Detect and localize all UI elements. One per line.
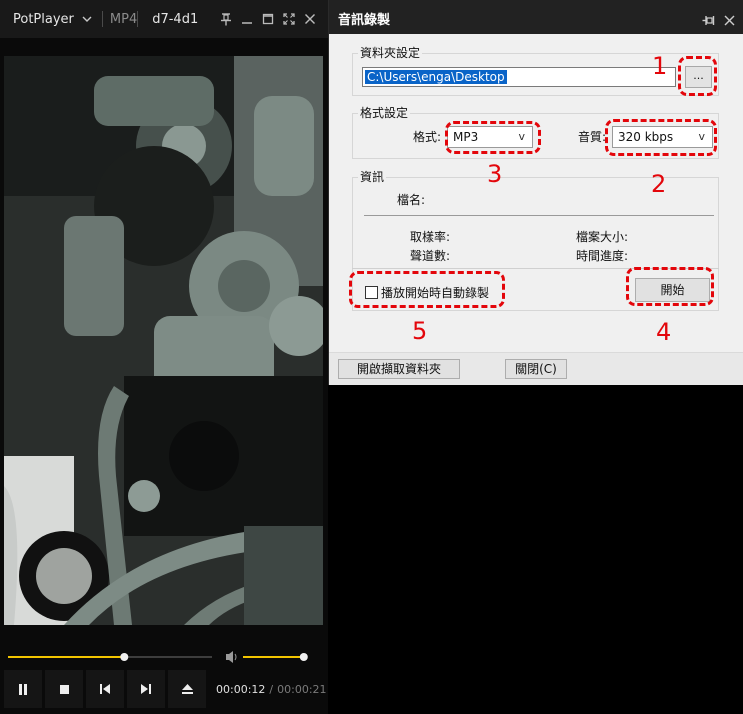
- next-button[interactable]: [127, 670, 165, 708]
- pin-icon[interactable]: [220, 12, 232, 26]
- media-format-label: MP4: [109, 11, 138, 27]
- video-frame[interactable]: [4, 56, 323, 625]
- annotation-box-5: [349, 271, 505, 308]
- annotation-box-1: [678, 56, 717, 96]
- dialog-title: 音訊錄製: [338, 13, 391, 28]
- titlebar-divider: [137, 11, 139, 27]
- folder-path-text: C:\Users\enga\Desktop: [365, 70, 507, 84]
- time-separator: /: [269, 682, 274, 696]
- eject-button[interactable]: [168, 670, 206, 708]
- seek-bar[interactable]: [0, 646, 328, 668]
- fullscreen-icon[interactable]: [283, 13, 295, 25]
- close-icon[interactable]: [304, 13, 316, 25]
- file-size-label: 檔案大小:: [576, 230, 629, 244]
- video-engine-image: [4, 56, 323, 625]
- close-icon[interactable]: [724, 11, 735, 30]
- chevron-down-icon[interactable]: [82, 13, 92, 26]
- time-total: 00:00:21: [277, 682, 327, 696]
- info-divider: [364, 215, 714, 216]
- window-controls: [220, 0, 316, 38]
- annotation-number-3: 3: [487, 160, 503, 188]
- previous-button[interactable]: [86, 670, 124, 708]
- annotation-number-5: 5: [412, 317, 428, 345]
- annotation-box-3: [445, 121, 541, 154]
- media-title: d7-4d1: [152, 11, 199, 27]
- titlebar-divider: [101, 11, 103, 27]
- seek-bar-fill: [8, 656, 125, 658]
- close-button[interactable]: 關閉(C): [505, 359, 567, 379]
- folder-settings-label: 資料夾設定: [358, 46, 423, 60]
- time-current: 00:00:12: [216, 682, 266, 696]
- audio-record-dialog: 音訊錄製 資料夾設定 C:\Users\enga\Desktop ... 格式設…: [328, 0, 743, 385]
- annotation-number-1: 1: [652, 52, 668, 80]
- previous-icon: [100, 684, 110, 694]
- time-display: 00:00:12/00:00:21: [216, 683, 327, 696]
- annotation-box-4: [626, 267, 714, 306]
- folder-path-input[interactable]: C:\Users\enga\Desktop: [362, 67, 676, 87]
- info-label: 資訊: [358, 170, 387, 184]
- seek-row: [0, 646, 328, 668]
- speaker-icon[interactable]: [226, 651, 237, 663]
- dialog-titlebar: 音訊錄製: [329, 0, 743, 34]
- minimize-icon[interactable]: [241, 13, 253, 25]
- open-capture-folder-button[interactable]: 開啟擷取資料夾: [338, 359, 460, 379]
- sample-rate-label: 取樣率:: [410, 230, 451, 244]
- next-icon: [141, 684, 151, 694]
- app-menu-button[interactable]: PotPlayer: [13, 12, 74, 27]
- maximize-icon[interactable]: [262, 13, 274, 25]
- eject-icon: [181, 684, 193, 694]
- potplayer-window: PotPlayer MP4 d7-4d1 00:00:12 / 00:00:21: [0, 0, 328, 714]
- stop-icon: [59, 684, 69, 694]
- format-settings-label: 格式設定: [358, 106, 411, 120]
- playback-controls: 00:00:12/00:00:21: [0, 670, 328, 708]
- pause-button[interactable]: [4, 670, 42, 708]
- volume-bar-fill: [243, 656, 304, 658]
- annotation-number-2: 2: [651, 170, 667, 198]
- annotation-box-2: [605, 119, 717, 156]
- annotation-number-4: 4: [656, 318, 672, 346]
- quality-label: 音質:: [578, 130, 607, 144]
- filename-label: 檔名:: [397, 193, 426, 207]
- volume-knob[interactable]: [299, 653, 308, 661]
- pin-icon[interactable]: [702, 11, 715, 30]
- time-progress-label: 時間進度:: [576, 249, 629, 263]
- channels-label: 聲道數:: [410, 249, 451, 263]
- pause-icon: [19, 683, 27, 695]
- player-titlebar: PotPlayer MP4 d7-4d1: [0, 0, 328, 38]
- format-label: 格式:: [413, 130, 442, 144]
- stop-button[interactable]: [45, 670, 83, 708]
- seek-knob[interactable]: [120, 653, 129, 661]
